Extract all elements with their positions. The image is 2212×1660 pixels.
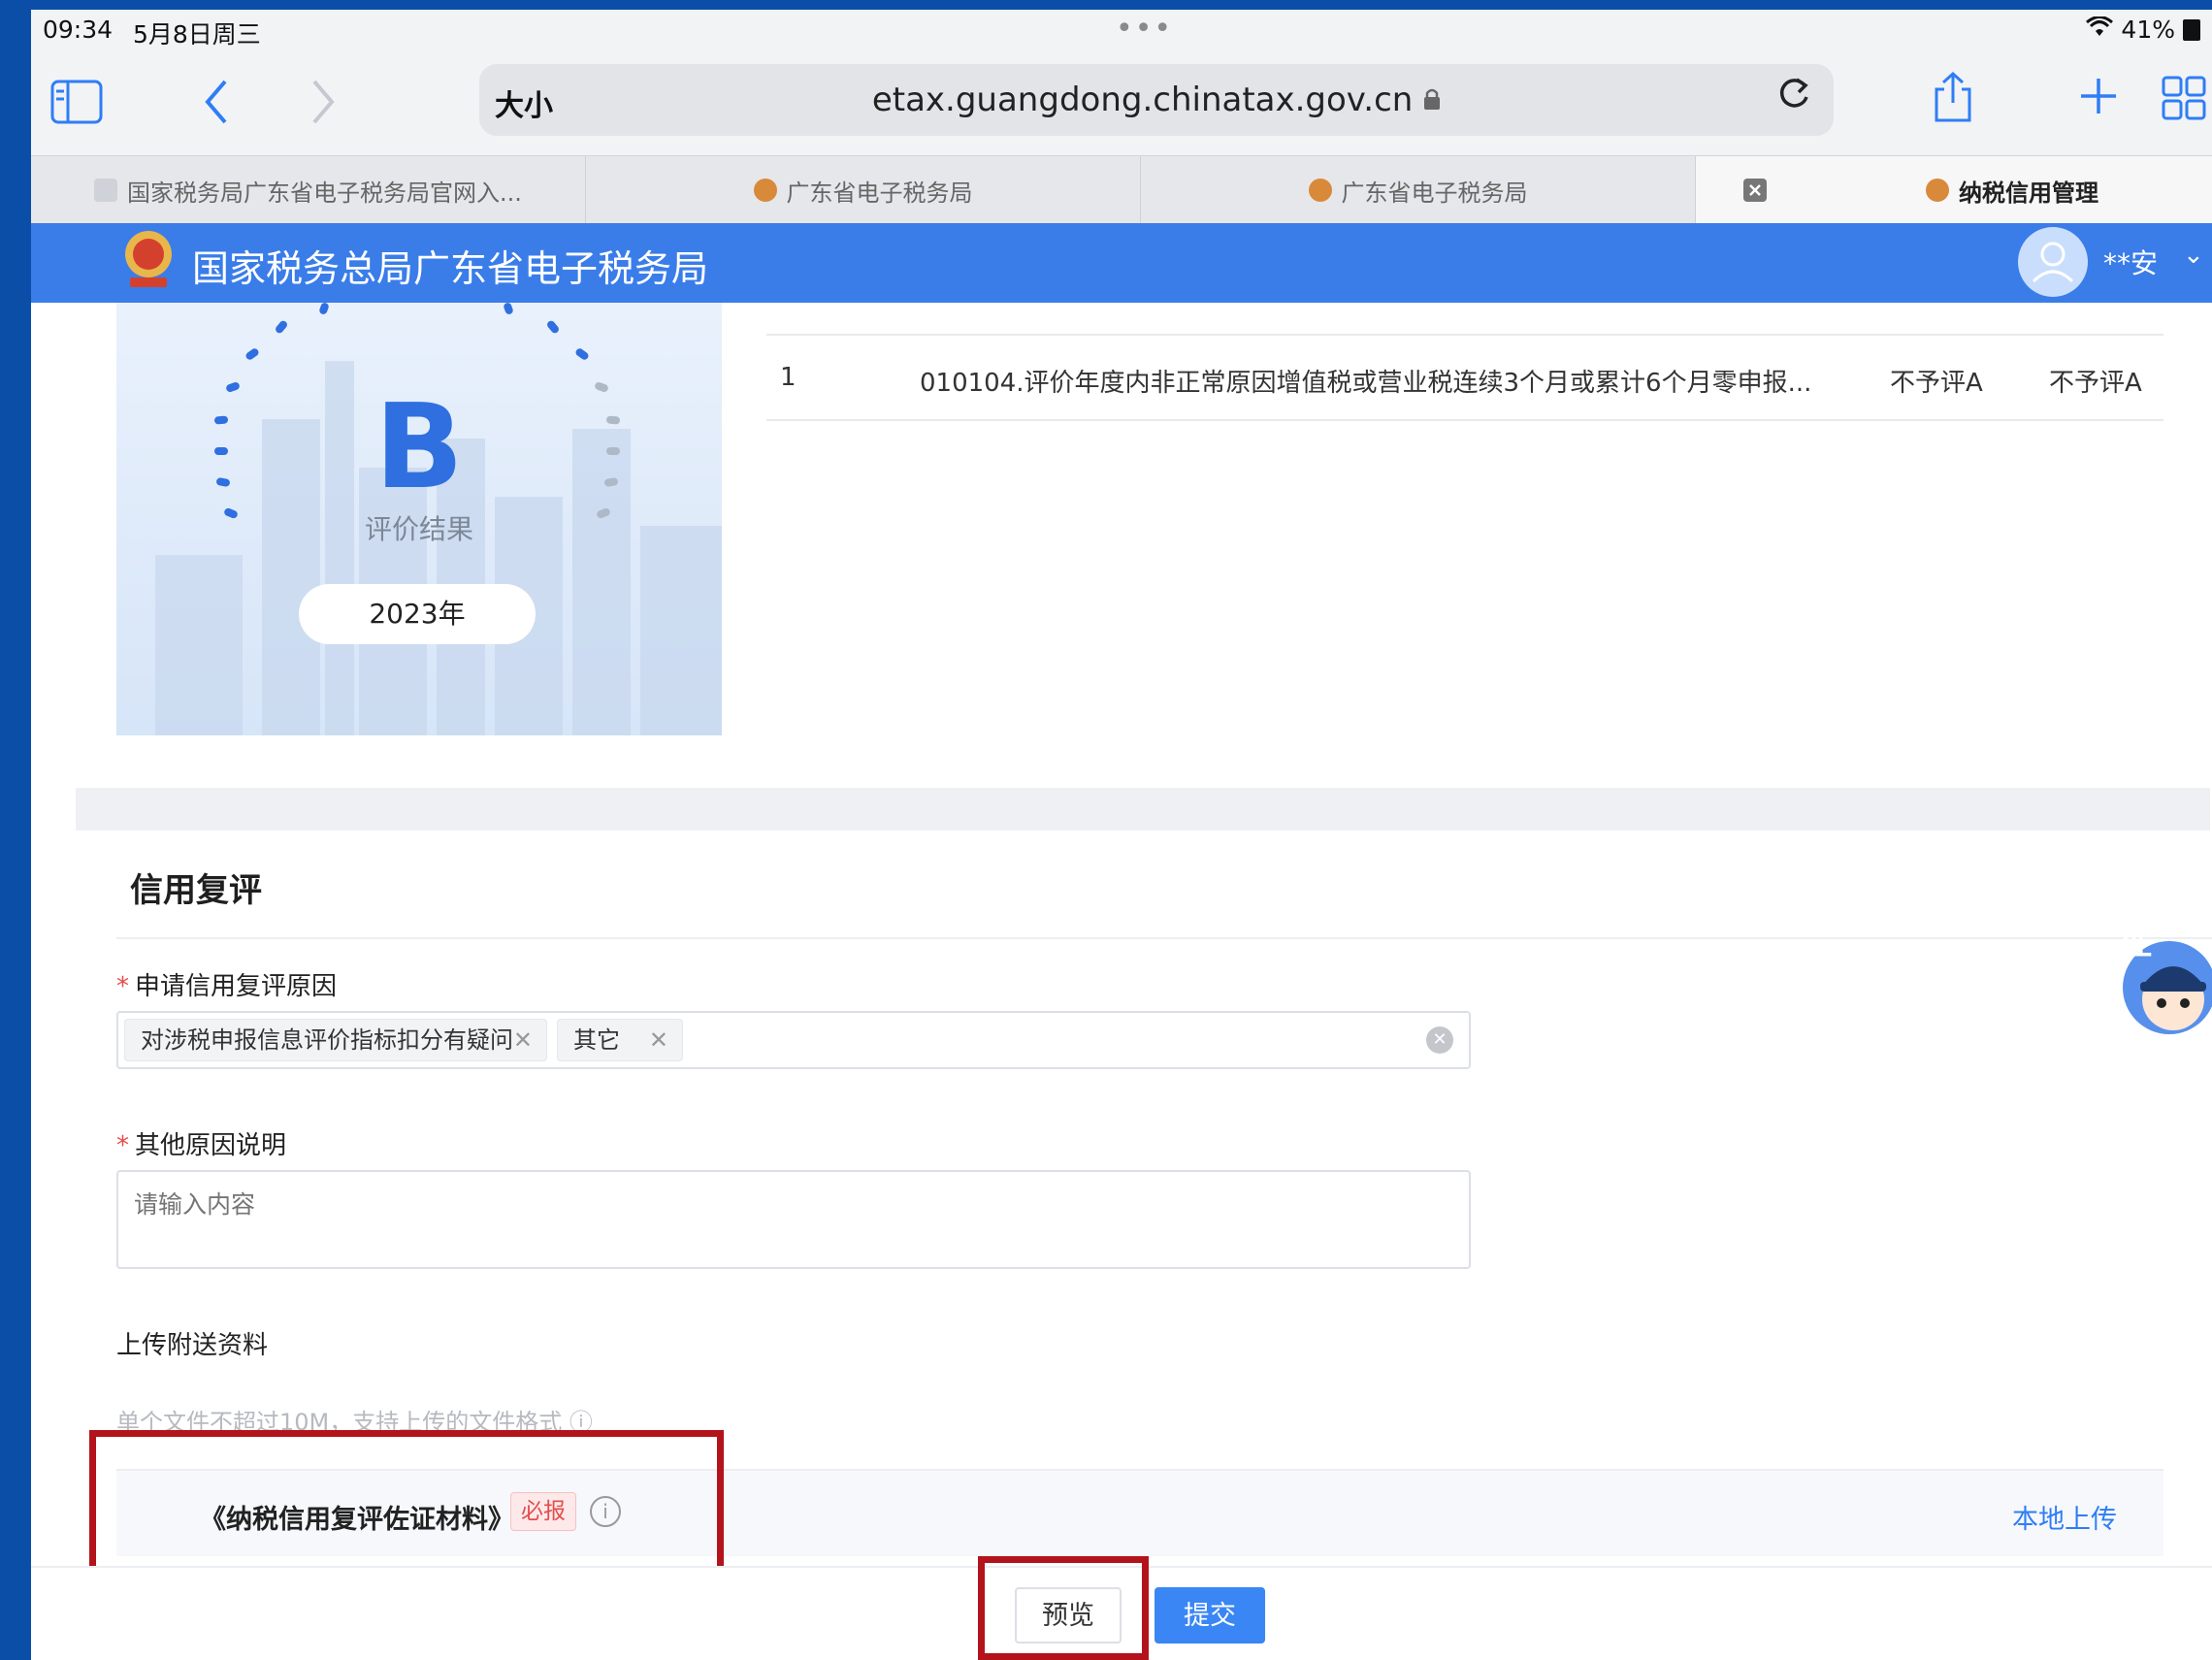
tab-strip: 国家税务局广东省电子税务局官网入... 广东省电子税务局 广东省电子税务局 纳税…: [31, 155, 2212, 224]
share-icon[interactable]: [1931, 70, 1975, 131]
address-bar[interactable]: 大小 etax.guangdong.chinatax.gov.cn: [479, 64, 1834, 136]
row-col-b: 不予评A: [2049, 369, 2142, 398]
wifi-icon: [2086, 16, 2114, 44]
grade-caption: 评价结果: [364, 513, 473, 545]
credit-result-card: B 评价结果 2023年: [116, 303, 722, 735]
row-index: 1: [780, 363, 797, 392]
submit-button[interactable]: 提交: [1155, 1587, 1265, 1644]
status-right: 41%: [2086, 16, 2200, 44]
tab-credit-management[interactable]: 纳税信用管理: [1696, 156, 2212, 224]
battery-icon: [2183, 18, 2200, 41]
tab-etax-portal[interactable]: 国家税务局广东省电子税务局官网入...: [31, 156, 586, 224]
sidebar-toggle-icon[interactable]: [50, 80, 103, 131]
battery-percent: 41%: [2121, 16, 2175, 44]
browser-window: 09:34 5月8日周三 ••• 41% 大小 etax.guangdong.c…: [31, 10, 2212, 1660]
chevron-down-icon[interactable]: ⌄: [2183, 241, 2204, 270]
section-divider: [76, 788, 2210, 830]
reason-tag: 对涉税申报信息评价指标扣分有疑问 ✕: [124, 1019, 547, 1061]
tax-emblem-icon: [1308, 179, 1332, 202]
highlight-box-preview: [978, 1556, 1149, 1660]
credit-grade: B: [374, 380, 464, 515]
tab-guangdong-etax-1[interactable]: 广东省电子税务局: [586, 156, 1141, 224]
tax-emblem-logo: [120, 227, 177, 291]
evaluation-year: 2023年: [299, 584, 536, 644]
lock-icon: [1423, 81, 1441, 119]
tab-label: 广东省电子税务局: [1341, 179, 1528, 207]
status-date: 5月8日周三: [133, 20, 261, 49]
tax-emblem-icon: [1926, 179, 1949, 202]
multitasking-dots-icon[interactable]: •••: [1116, 12, 1173, 46]
reason-tag: 其它 ✕: [557, 1019, 683, 1061]
mascot-text: 动: [2090, 1023, 2123, 1061]
mascot-text: 征: [2119, 924, 2152, 962]
url-text: etax.guangdong.chinatax.gov.cn: [479, 81, 1834, 119]
attachment-label: 上传附送资料: [116, 1331, 269, 1360]
page-favicon-icon: [94, 179, 118, 202]
assistant-mascot[interactable]: 征 纳 互 动: [2068, 902, 2212, 1061]
close-tab-icon[interactable]: [1742, 178, 1768, 209]
tab-guangdong-etax-2[interactable]: 广东省电子税务局: [1141, 156, 1696, 224]
reload-icon[interactable]: [1775, 72, 1812, 125]
new-tab-icon[interactable]: [2078, 76, 2119, 123]
section-title: 信用复评: [130, 871, 262, 910]
tab-label: 纳税信用管理: [1959, 179, 2098, 207]
highlight-box-document: [89, 1430, 724, 1576]
required-asterisk: *: [116, 972, 129, 1001]
site-header: 国家税务总局广东省电子税务局 **安 ⌄: [31, 223, 2212, 303]
clear-selection-icon[interactable]: ✕: [1426, 1026, 1453, 1054]
local-upload-link[interactable]: 本地上传: [2012, 1498, 2117, 1536]
reason-multiselect[interactable]: 对涉税申报信息评价指标扣分有疑问 ✕ 其它 ✕ ✕: [116, 1011, 1471, 1069]
table-row: 1 010104.评价年度内非正常原因增值税或营业税连续3个月或累计6个月零申报…: [766, 334, 2163, 421]
status-bar: 09:34 5月8日周三 ••• 41%: [31, 10, 2212, 54]
tab-overview-icon[interactable]: [2162, 76, 2206, 127]
tab-label: 广东省电子税务局: [786, 179, 973, 207]
other-reason-textarea[interactable]: [116, 1170, 1471, 1269]
remove-tag-icon[interactable]: ✕: [649, 1020, 668, 1060]
other-reason-label: * 其他原因说明: [116, 1131, 287, 1160]
row-item: 010104.评价年度内非正常原因增值税或营业税连续3个月或累计6个月零申报..…: [920, 369, 1812, 398]
required-asterisk: *: [116, 1131, 129, 1160]
tab-label: 国家税务局广东省电子税务局官网入...: [127, 179, 522, 207]
user-name[interactable]: **安: [2103, 243, 2158, 281]
site-title: 国家税务总局广东省电子税务局: [192, 247, 709, 290]
main-content: B 评价结果 2023年 1 010104.评价年度内非正常原因增值税或营业税连…: [31, 303, 2212, 1576]
status-time: 09:34: [43, 16, 114, 44]
forward-icon[interactable]: [309, 78, 338, 133]
tax-emblem-icon: [753, 179, 777, 202]
remove-tag-icon[interactable]: ✕: [513, 1020, 533, 1060]
back-icon[interactable]: [202, 78, 231, 133]
user-avatar-icon[interactable]: [2018, 227, 2088, 297]
divider: [116, 937, 2212, 939]
browser-toolbar: 大小 etax.guangdong.chinatax.gov.cn: [31, 54, 2212, 155]
row-col-a: 不予评A: [1890, 369, 1983, 398]
reason-label: * 申请信用复评原因: [116, 972, 338, 1001]
